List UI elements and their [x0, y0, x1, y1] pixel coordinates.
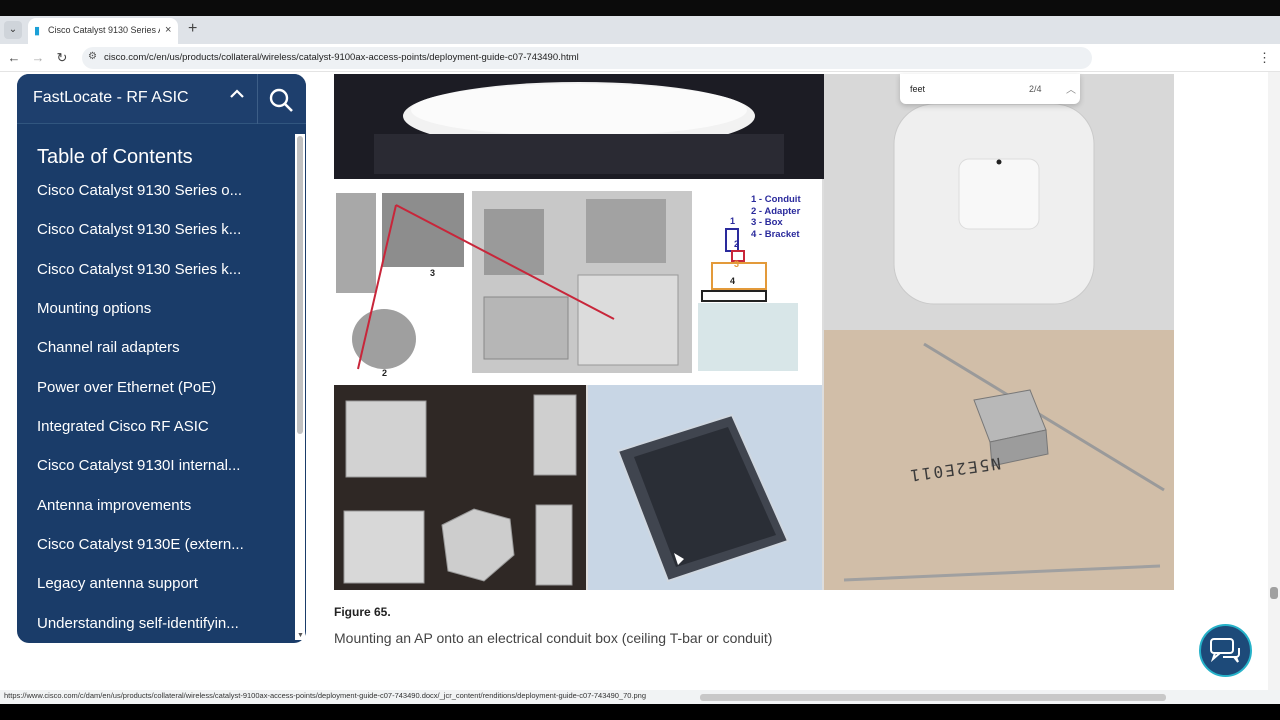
legend-item: 2 - Adapter [751, 205, 801, 217]
find-match-count: 2/4 [1029, 84, 1042, 94]
ceiling-box-illustration [588, 385, 822, 590]
forward-button[interactable]: → [30, 50, 46, 65]
window-top-bar [0, 0, 1280, 16]
toc-header: FastLocate - RF ASIC [17, 74, 306, 124]
url-field[interactable]: ⚙ cisco.com/c/en/us/products/collateral/… [82, 47, 1092, 69]
toc-item[interactable]: Legacy antenna support [37, 575, 198, 592]
chevron-down-icon: ⌄ [8, 24, 18, 35]
toc-header-divider [257, 74, 258, 124]
page-scrollbar-thumb[interactable] [1270, 587, 1278, 599]
parts-diagram-illustration [336, 189, 820, 375]
address-bar-row: ← → ↻ ⚙ cisco.com/c/en/us/products/colla… [0, 44, 1280, 72]
tab-strip: ⌄ ▮ Cisco Catalyst 9130 Series Acce × + [0, 16, 1280, 44]
toc-item[interactable]: Power over Ethernet (PoE) [37, 379, 216, 396]
legend-item: 1 - Conduit [751, 194, 801, 205]
find-input[interactable]: feet [910, 84, 925, 94]
toc-scrollbar-thumb[interactable] [297, 136, 303, 434]
toc-item-mounting-options[interactable]: Mounting options [37, 300, 151, 317]
chevron-up-icon[interactable] [229, 86, 245, 107]
url-text: cisco.com/c/en/us/products/collateral/wi… [104, 52, 579, 63]
ceiling-ap-illustration [824, 74, 1174, 330]
electrical-boxes-illustration [343, 394, 577, 586]
toc-item[interactable]: Cisco Catalyst 9130E (extern... [37, 536, 244, 553]
access-point-illustration [374, 82, 784, 174]
new-tab-button[interactable]: + [188, 20, 197, 38]
browser-menu-button[interactable]: ⋮ [1258, 50, 1271, 66]
toc-item[interactable]: Antenna improvements [37, 497, 191, 514]
search-icon[interactable] [267, 86, 295, 114]
legend-item: 3 - Box [751, 217, 783, 228]
figure-label: Figure 65. [334, 605, 391, 619]
tab-title: Cisco Catalyst 9130 Series Acce [48, 25, 160, 35]
page-viewport: FastLocate - RF ASIC Table of Contents C… [0, 72, 1280, 690]
reload-button[interactable]: ↻ [54, 50, 70, 66]
browser-tab[interactable]: ▮ Cisco Catalyst 9130 Series Acce × [28, 18, 178, 44]
diagram-marker: 3 [734, 259, 740, 269]
diagram-marker: 4 [730, 276, 736, 286]
site-info-icon[interactable]: ⚙ [88, 51, 97, 62]
diagram-marker: 2 [734, 239, 740, 249]
toc-item[interactable]: Cisco Catalyst 9130I internal... [37, 457, 240, 474]
chat-icon [1210, 638, 1240, 663]
horizontal-scrollbar-thumb[interactable] [700, 694, 1166, 701]
close-tab-icon[interactable]: × [165, 24, 171, 36]
toc-item[interactable]: Cisco Catalyst 9130 Series k... [37, 221, 241, 238]
diagram-marker: 3 [430, 268, 436, 278]
diagram-marker: 2 [382, 368, 388, 378]
ap-photo-panel [334, 74, 824, 179]
toc-item[interactable]: Cisco Catalyst 9130 Series o... [37, 182, 242, 199]
toc-current-section[interactable]: FastLocate - RF ASIC [33, 89, 189, 107]
tbar-box-photo: N5E2E011 [824, 330, 1174, 590]
toc-item[interactable]: Cisco Catalyst 9130 Series k... [37, 261, 241, 278]
chat-button[interactable] [1199, 624, 1252, 677]
mounting-parts-diagram: 3 2 1 2 3 4 1 - Conduit 2 - Adapter 3 - … [334, 179, 822, 385]
ap-ceiling-photo-panel [824, 74, 1174, 330]
scroll-down-icon[interactable]: ▼ [297, 632, 304, 639]
toc-item[interactable]: Understanding self-identifyin... [37, 615, 239, 632]
electrical-boxes-photo [334, 385, 586, 590]
diagram-legend: 1 - Conduit 2 - Adapter 3 - Box 4 - Brac… [751, 194, 801, 240]
legend-item: 4 - Bracket [751, 228, 800, 240]
diagram-marker: 1 [730, 216, 736, 226]
find-bar: feet 2/4 ︿ [900, 74, 1080, 104]
figure-caption: Mounting an AP onto an electrical condui… [334, 630, 773, 646]
cisco-favicon-icon: ▮ [34, 25, 41, 37]
ceiling-box-photo [588, 385, 822, 590]
status-link-url: https://www.cisco.com/c/dam/en/us/produc… [4, 691, 647, 700]
figure-65-image: 3 2 1 2 3 4 1 - Conduit 2 - Adapter 3 - … [334, 74, 1174, 590]
table-of-contents-panel: FastLocate - RF ASIC Table of Contents C… [17, 74, 306, 643]
tab-search-button[interactable]: ⌄ [4, 21, 22, 39]
back-button[interactable]: ← [6, 50, 22, 65]
window-bottom-bar [0, 704, 1280, 720]
toc-item[interactable]: Channel rail adapters [37, 339, 180, 356]
toc-title: Table of Contents [37, 146, 193, 168]
toc-item[interactable]: Integrated Cisco RF ASIC [37, 418, 209, 435]
find-previous-icon[interactable]: ︿ [1066, 81, 1076, 96]
